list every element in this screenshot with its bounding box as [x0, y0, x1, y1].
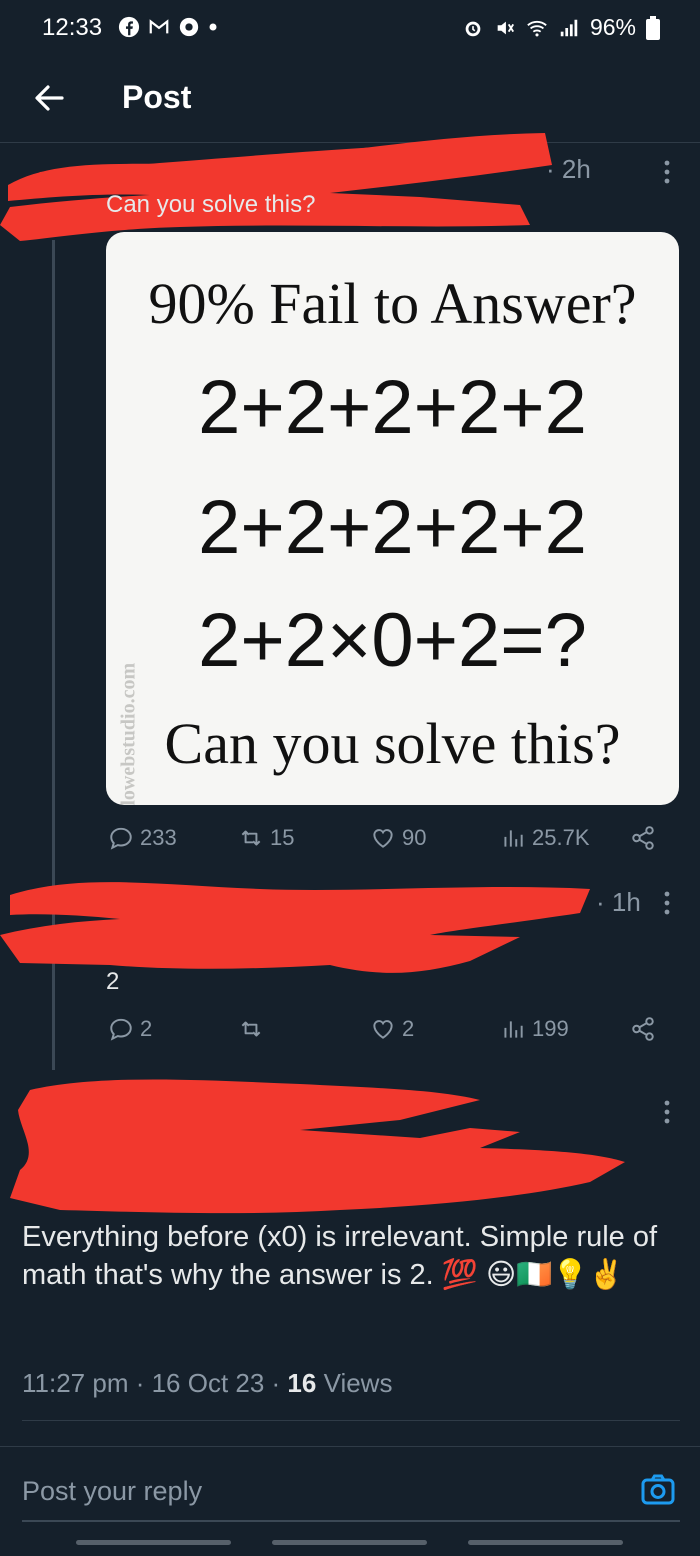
image-footer: Can you solve this? — [164, 711, 621, 776]
like-action[interactable]: 2 — [370, 1016, 414, 1042]
image-line-1: 2+2+2+2+2 — [198, 365, 587, 450]
reply-icon — [110, 1018, 132, 1041]
divider — [0, 1446, 700, 1447]
battery-percent: 96% — [589, 14, 636, 40]
share-icon — [632, 1017, 654, 1041]
like-count: 2 — [402, 1016, 415, 1041]
heart-icon — [373, 829, 393, 848]
facebook-icon — [118, 16, 140, 38]
camera-icon — [641, 1474, 675, 1505]
more-options-button[interactable] — [652, 1092, 682, 1132]
share-action[interactable] — [630, 1016, 656, 1042]
chrome-icon — [179, 17, 199, 37]
reply-count: 2 — [140, 1016, 153, 1041]
like-action[interactable]: 90 — [370, 825, 426, 851]
gmail-icon — [149, 19, 169, 34]
share-action[interactable] — [630, 825, 656, 851]
views-label: Views — [316, 1368, 393, 1398]
more-vertical-icon — [664, 891, 670, 915]
battery-icon — [646, 15, 660, 40]
alarm-icon — [465, 21, 481, 36]
repost-action[interactable] — [238, 1016, 270, 1042]
more-vertical-icon — [664, 1100, 670, 1124]
main-post-text: Everything before (x0) is irrelevant. Si… — [22, 1221, 658, 1291]
views-chart-icon — [504, 830, 523, 847]
reply-count: 233 — [140, 825, 177, 850]
wifi-icon — [527, 20, 547, 36]
more-options-button[interactable] — [652, 152, 682, 192]
repost-action[interactable]: 15 — [238, 825, 294, 851]
repost-icon — [241, 1021, 261, 1037]
reply-underline — [22, 1520, 680, 1522]
more-options-button[interactable] — [652, 883, 682, 923]
views-chart-icon — [504, 1021, 523, 1038]
image-line-2: 2+2+2+2+2 — [198, 485, 587, 570]
nav-bar-segment — [468, 1540, 623, 1545]
nav-bar-segment — [76, 1540, 231, 1545]
system-icons: 96% — [462, 14, 660, 41]
page-title: Post — [122, 79, 192, 115]
views-number: 16 — [287, 1368, 317, 1398]
reply-post-time: · 1h — [596, 887, 641, 917]
status-time: 12:33 — [42, 14, 103, 41]
views-action[interactable]: 25.7K — [500, 825, 590, 851]
share-icon — [632, 826, 654, 850]
image-line-3: 2+2×0+2=? — [198, 598, 587, 683]
redaction-scribble — [0, 133, 552, 241]
post-text: Can you solve this? — [106, 191, 316, 218]
signal-icon — [560, 19, 578, 36]
post-timestamp: 11:27 pm · 16 Oct 23 · — [22, 1368, 288, 1398]
more-vertical-icon — [664, 160, 670, 184]
back-button[interactable] — [28, 76, 72, 120]
reply-action[interactable]: 233 — [108, 825, 177, 851]
mute-icon — [497, 21, 514, 34]
reply-post-text: 2 — [106, 968, 120, 995]
camera-button[interactable] — [638, 1470, 678, 1510]
views-count: 199 — [532, 1016, 569, 1041]
reply-input[interactable] — [22, 1468, 622, 1514]
image-watermark: Simplowebstudio.com — [117, 662, 140, 805]
heart-icon — [373, 1020, 393, 1039]
dot-icon — [209, 23, 217, 31]
nav-bar-segment — [272, 1540, 427, 1545]
post-meta: 11:27 pm · 16 Oct 23 · 16 Views — [22, 1368, 392, 1399]
post-image[interactable]: 90% Fail to Answer? 2+2+2+2+2 2+2+2+2+2 … — [106, 232, 679, 805]
views-count: 25.7K — [532, 825, 590, 850]
repost-count: 15 — [270, 825, 295, 850]
divider — [22, 1420, 680, 1421]
views-action[interactable]: 199 — [500, 1016, 569, 1042]
redaction-scribble — [0, 882, 590, 973]
like-count: 90 — [402, 825, 427, 850]
reply-action[interactable]: 2 — [108, 1016, 152, 1042]
notification-icons — [118, 16, 218, 38]
reply-icon — [110, 827, 132, 850]
redaction-scribble — [10, 1079, 625, 1214]
repost-icon — [241, 830, 261, 846]
post-time: · 2h — [546, 154, 591, 184]
image-title: 90% Fail to Answer? — [148, 271, 637, 336]
back-arrow-icon — [35, 85, 64, 111]
